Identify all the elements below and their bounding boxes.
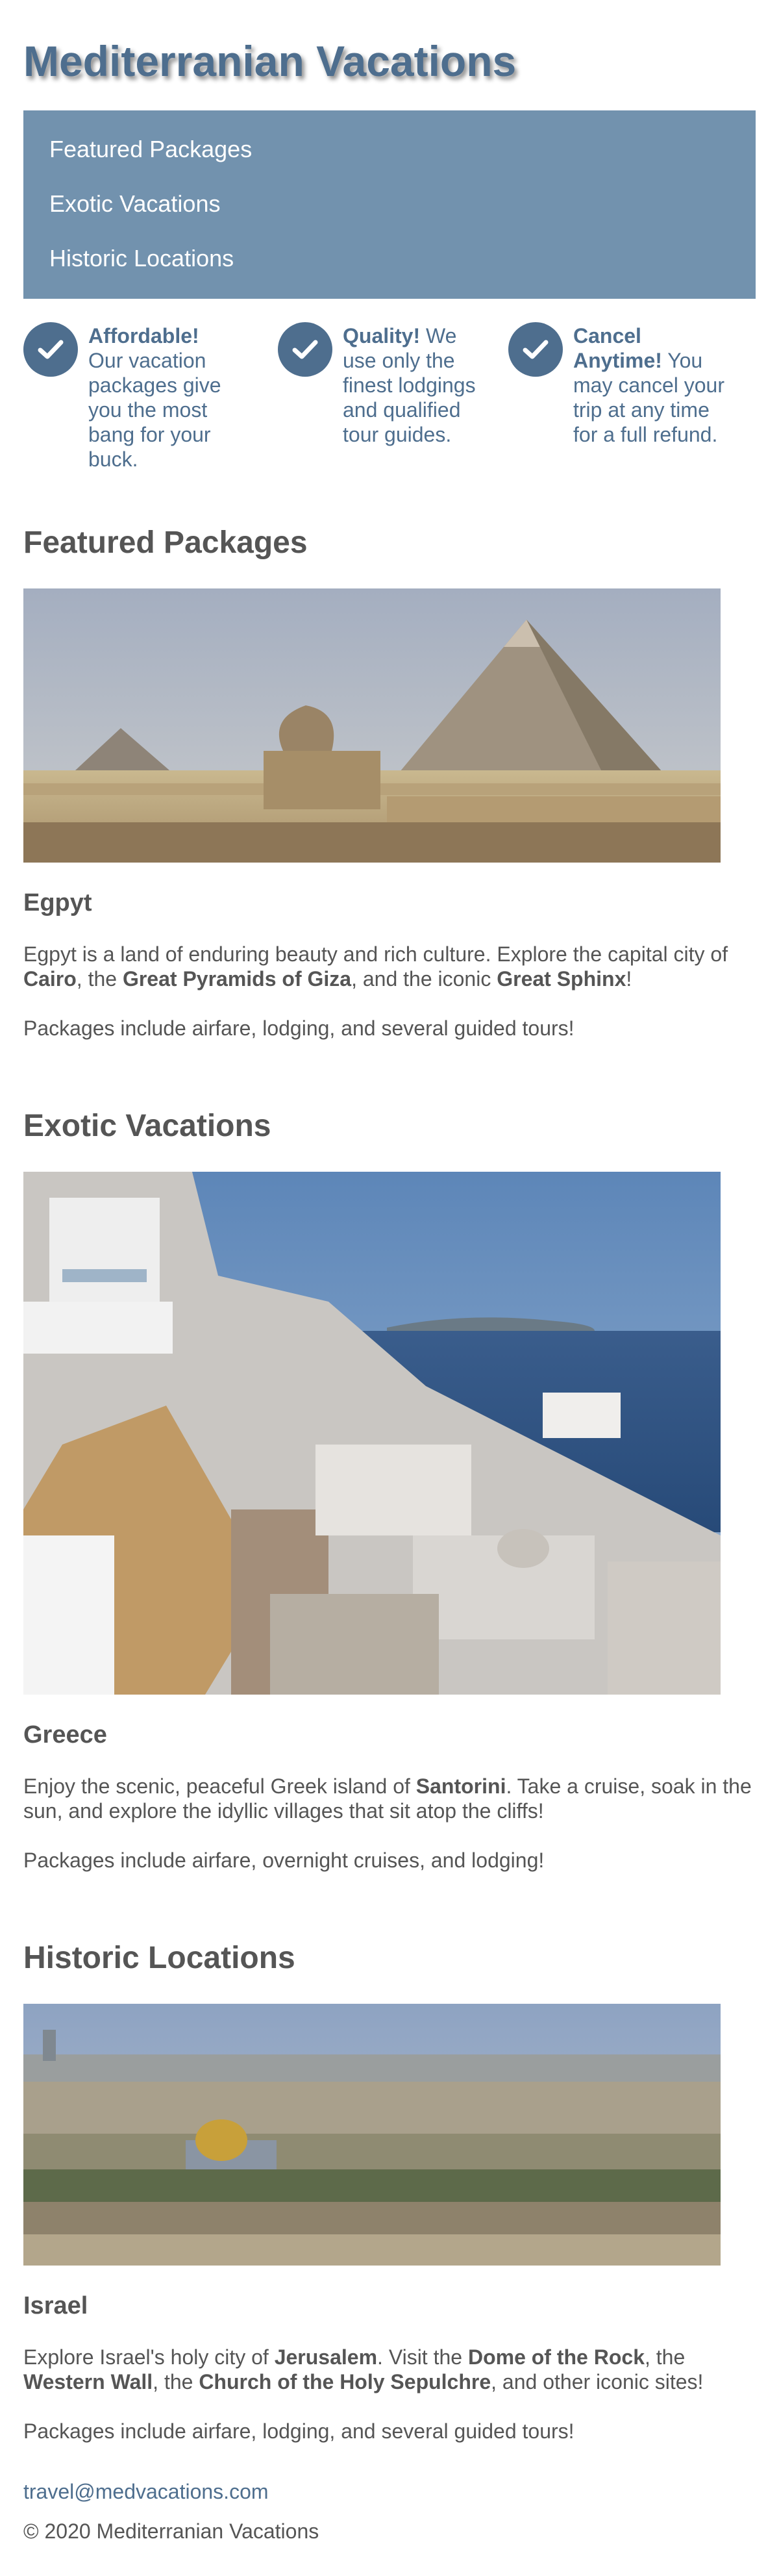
destination-title: Egpyt bbox=[23, 889, 92, 916]
benefit-title: Quality! bbox=[343, 324, 421, 347]
footer: travel@medvacations.com © 2020 Mediterra… bbox=[23, 2480, 756, 2544]
highlight-text: Church of the Holy Sepulchre bbox=[199, 2370, 491, 2393]
destination-title: Greece bbox=[23, 1721, 107, 1749]
contact-email-link[interactable]: travel@medvacations.com bbox=[23, 2480, 756, 2504]
benefit-quality: Quality! We use only the finest lodgings… bbox=[278, 322, 508, 472]
text-segment: , and the iconic bbox=[351, 967, 497, 991]
benefit-title: Cancel Anytime! bbox=[573, 324, 662, 372]
destination-description: Egpyt is a land of enduring beauty and r… bbox=[23, 942, 756, 991]
section-heading: Exotic Vacations bbox=[23, 1109, 271, 1143]
highlight-text: Jerusalem bbox=[274, 2345, 378, 2369]
destination-title: Israel bbox=[23, 2292, 88, 2319]
highlight-text: Great Pyramids of Giza bbox=[122, 967, 352, 991]
text-segment: Enjoy the scenic, peaceful Greek island … bbox=[23, 1774, 416, 1798]
benefit-text: Cancel Anytime! You may cancel your trip… bbox=[573, 323, 729, 447]
nav-item-featured-packages[interactable]: Featured Packages bbox=[49, 136, 756, 162]
text-segment: Egpyt is a land of enduring beauty and r… bbox=[23, 942, 728, 966]
page: Mediterranian Vacations Featured Package… bbox=[0, 0, 779, 2544]
benefit-description: Our vacation packages give you the most … bbox=[88, 349, 221, 471]
highlight-text: Santorini bbox=[415, 1774, 506, 1798]
copyright-text: © 2020 Mediterranian Vacations bbox=[23, 2519, 319, 2543]
benefit-affordable: Affordable! Our vacation packages give y… bbox=[23, 322, 278, 472]
section-heading: Historic Locations bbox=[23, 1941, 295, 1975]
highlight-text: Western Wall bbox=[23, 2370, 153, 2393]
check-circle-icon bbox=[278, 322, 332, 377]
text-segment: , and other iconic sites! bbox=[491, 2370, 704, 2393]
benefit-text: Affordable! Our vacation packages give y… bbox=[88, 323, 231, 472]
benefits-row: Affordable! Our vacation packages give y… bbox=[23, 322, 756, 472]
text-segment: ! bbox=[626, 967, 632, 991]
section-exotic-vacations: Exotic Vacations Greece Enjoy the scenic… bbox=[23, 1108, 756, 1873]
section-heading: Featured Packages bbox=[23, 525, 308, 560]
destination-description: Enjoy the scenic, peaceful Greek island … bbox=[23, 1774, 756, 1823]
benefit-title: Affordable! bbox=[88, 324, 199, 347]
check-circle-icon bbox=[508, 322, 563, 377]
section-featured-packages: Featured Packages Egpyt Egpyt is a land … bbox=[23, 525, 756, 1041]
package-details: Packages include airfare, lodging, and s… bbox=[23, 2419, 575, 2443]
highlight-text: Dome of the Rock bbox=[467, 2345, 645, 2369]
nav-item-historic-locations[interactable]: Historic Locations bbox=[49, 246, 756, 271]
text-segment: Explore Israel's holy city of bbox=[23, 2345, 275, 2369]
destination-description: Explore Israel's holy city of Jerusalem.… bbox=[23, 2345, 756, 2394]
nav-item-exotic-vacations[interactable]: Exotic Vacations bbox=[49, 191, 756, 217]
benefit-text: Quality! We use only the finest lodgings… bbox=[343, 323, 492, 447]
text-segment: . Visit the bbox=[377, 2345, 468, 2369]
highlight-text: Great Sphinx bbox=[497, 967, 626, 991]
israel-jerusalem-photo bbox=[23, 2004, 721, 2266]
main-nav: Featured Packages Exotic Vacations Histo… bbox=[23, 110, 756, 299]
section-historic-locations: Historic Locations Israel Explore Israel… bbox=[23, 1940, 756, 2443]
egypt-pyramids-photo bbox=[23, 588, 721, 863]
greece-santorini-photo bbox=[23, 1172, 721, 1695]
check-circle-icon bbox=[23, 322, 78, 377]
text-segment: , the bbox=[76, 967, 123, 991]
highlight-text: Cairo bbox=[23, 967, 77, 991]
benefit-cancel-anytime: Cancel Anytime! You may cancel your trip… bbox=[508, 322, 729, 472]
text-segment: , the bbox=[644, 2345, 686, 2369]
package-details: Packages include airfare, lodging, and s… bbox=[23, 1017, 575, 1040]
package-details: Packages include airfare, overnight crui… bbox=[23, 1849, 545, 1872]
text-segment: , the bbox=[153, 2370, 199, 2393]
site-title: Mediterranian Vacations bbox=[23, 37, 517, 85]
